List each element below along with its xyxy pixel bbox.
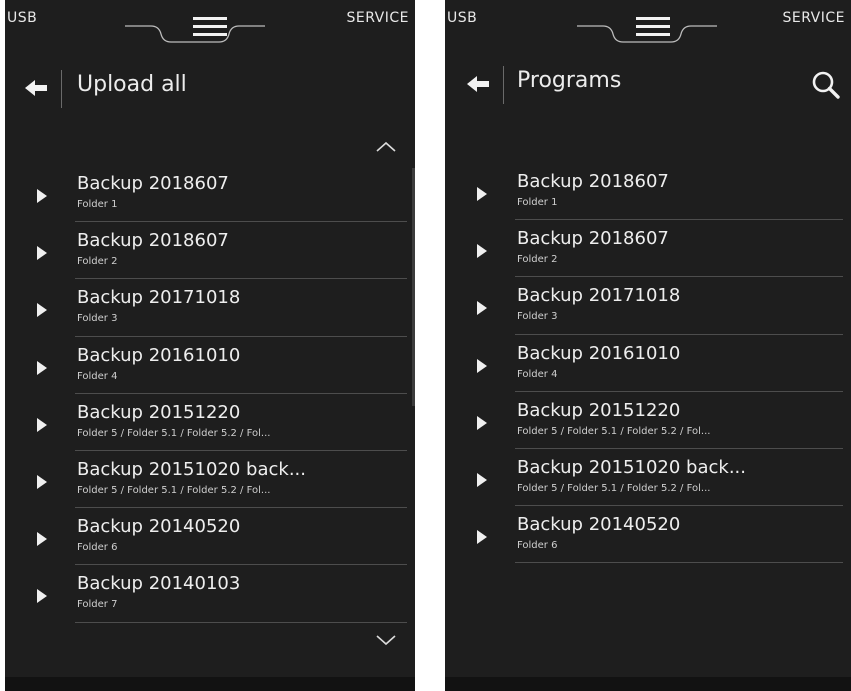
list-item[interactable]: Backup 20171018 Folder 3 <box>445 277 851 335</box>
list-item[interactable]: Backup 20161010 Folder 4 <box>445 335 851 392</box>
item-title: Backup 2018607 <box>77 173 229 194</box>
upload-all-screen: USB SERVICE Upload all Backup 2018607 Fol… <box>5 0 415 691</box>
screen-header: Programs <box>445 66 851 110</box>
top-bar: USB SERVICE <box>445 0 851 50</box>
search-icon[interactable] <box>811 70 841 102</box>
bottom-bar <box>5 677 415 691</box>
hamburger-menu-icon[interactable] <box>636 15 670 37</box>
item-path: Folder 7 <box>77 599 118 611</box>
play-icon <box>477 358 487 373</box>
list-item[interactable]: Backup 2018607 Folder 2 <box>5 222 415 280</box>
play-icon <box>477 301 487 316</box>
item-title: Backup 20161010 <box>77 344 241 366</box>
list-item[interactable]: Backup 20140520 Folder 6 <box>5 508 415 566</box>
usb-label[interactable]: USB <box>7 10 37 26</box>
item-path: Folder 5 / Folder 5.1 / Folder 5.2 / Fol… <box>77 484 271 496</box>
play-icon <box>477 530 487 545</box>
play-icon <box>37 360 47 375</box>
screen-header: Upload all <box>5 66 415 110</box>
programs-screen: USB SERVICE Programs Backup 2018607 Folde… <box>445 0 851 691</box>
item-title: Backup 2018607 <box>517 228 669 250</box>
item-path: Folder 3 <box>517 311 558 323</box>
item-title: Backup 2018607 <box>517 171 669 192</box>
bottom-bar <box>445 677 851 691</box>
list-item[interactable]: Backup 20161010 Folder 4 <box>5 337 415 394</box>
item-path: Folder 5 / Folder 5.1 / Folder 5.2 / Fol… <box>517 425 711 437</box>
list-item[interactable]: Backup 2018607 Folder 1 <box>445 163 851 221</box>
list-item[interactable]: Backup 20151020 back... Folder 5 / Folder… <box>5 451 415 509</box>
item-path: Folder 1 <box>517 197 558 208</box>
play-icon <box>37 189 47 203</box>
usb-label[interactable]: USB <box>447 10 477 26</box>
item-path: Folder 6 <box>77 542 118 554</box>
hamburger-menu-icon[interactable] <box>193 15 227 37</box>
list-item[interactable]: Backup 20151220 Folder 5 / Folder 5.1 / F… <box>5 394 415 451</box>
play-icon <box>477 244 487 259</box>
play-icon <box>37 589 47 604</box>
play-icon <box>37 474 47 489</box>
chevron-down-icon[interactable] <box>375 633 397 647</box>
programs-list: Backup 2018607 Folder 1 Backup 2018607 Fold… <box>445 163 851 564</box>
play-icon <box>477 187 487 201</box>
header-divider <box>503 66 504 104</box>
arrow-left-icon[interactable] <box>465 72 497 96</box>
item-path: Folder 6 <box>517 540 558 552</box>
play-icon <box>37 246 47 261</box>
header-divider <box>61 70 62 108</box>
item-path: Folder 2 <box>517 254 558 266</box>
item-path: Folder 5 / Folder 5.1 / Folder 5.2 / Fol… <box>517 482 711 494</box>
item-title: Backup 20171018 <box>517 285 681 307</box>
service-label[interactable]: SERVICE <box>782 10 845 26</box>
item-title: Backup 20151220 <box>77 401 241 423</box>
list-item[interactable]: Backup 20140103 Folder 7 <box>5 565 415 623</box>
item-path: Folder 3 <box>77 313 118 325</box>
item-title: Backup 20140520 <box>517 514 681 536</box>
list-item[interactable]: Backup 2018607 Folder 2 <box>445 220 851 278</box>
backup-list: Backup 2018607 Folder 1 Backup 2018607 Fold… <box>5 165 415 623</box>
list-item[interactable]: Backup 20140520 Folder 6 <box>445 506 851 564</box>
list-item[interactable]: Backup 20151220 Folder 5 / Folder 5.1 / F… <box>445 392 851 449</box>
item-title: Backup 20151020 back... <box>77 458 306 480</box>
play-icon <box>37 417 47 432</box>
item-path: Folder 5 / Folder 5.1 / Folder 5.2 / Fol… <box>77 427 271 439</box>
item-title: Backup 20140520 <box>77 516 241 538</box>
play-icon <box>37 303 47 318</box>
row-divider <box>515 562 843 564</box>
list-item[interactable]: Backup 20171018 Folder 3 <box>5 279 415 337</box>
item-title: Backup 20161010 <box>517 342 681 364</box>
item-title: Backup 20171018 <box>77 287 241 309</box>
item-title: Backup 2018607 <box>77 230 229 252</box>
play-icon <box>37 532 47 547</box>
item-path: Folder 4 <box>77 370 118 382</box>
page-title: Upload all <box>77 72 187 97</box>
play-icon <box>477 415 487 430</box>
row-divider <box>75 621 407 623</box>
top-bar: USB SERVICE <box>5 0 415 50</box>
item-title: Backup 20151220 <box>517 399 681 421</box>
service-label[interactable]: SERVICE <box>346 10 409 26</box>
item-path: Folder 4 <box>517 368 558 380</box>
list-item[interactable]: Backup 2018607 Folder 1 <box>5 165 415 223</box>
item-path: Folder 2 <box>77 256 118 268</box>
item-title: Backup 20140103 <box>77 573 241 595</box>
arrow-left-icon[interactable] <box>23 76 55 100</box>
list-item[interactable]: Backup 20151020 back... Folder 5 / Folder… <box>445 449 851 507</box>
item-path: Folder 1 <box>77 199 118 210</box>
page-title: Programs <box>517 68 622 93</box>
chevron-up-icon[interactable] <box>375 140 397 154</box>
item-title: Backup 20151020 back... <box>517 456 746 478</box>
play-icon <box>477 472 487 487</box>
